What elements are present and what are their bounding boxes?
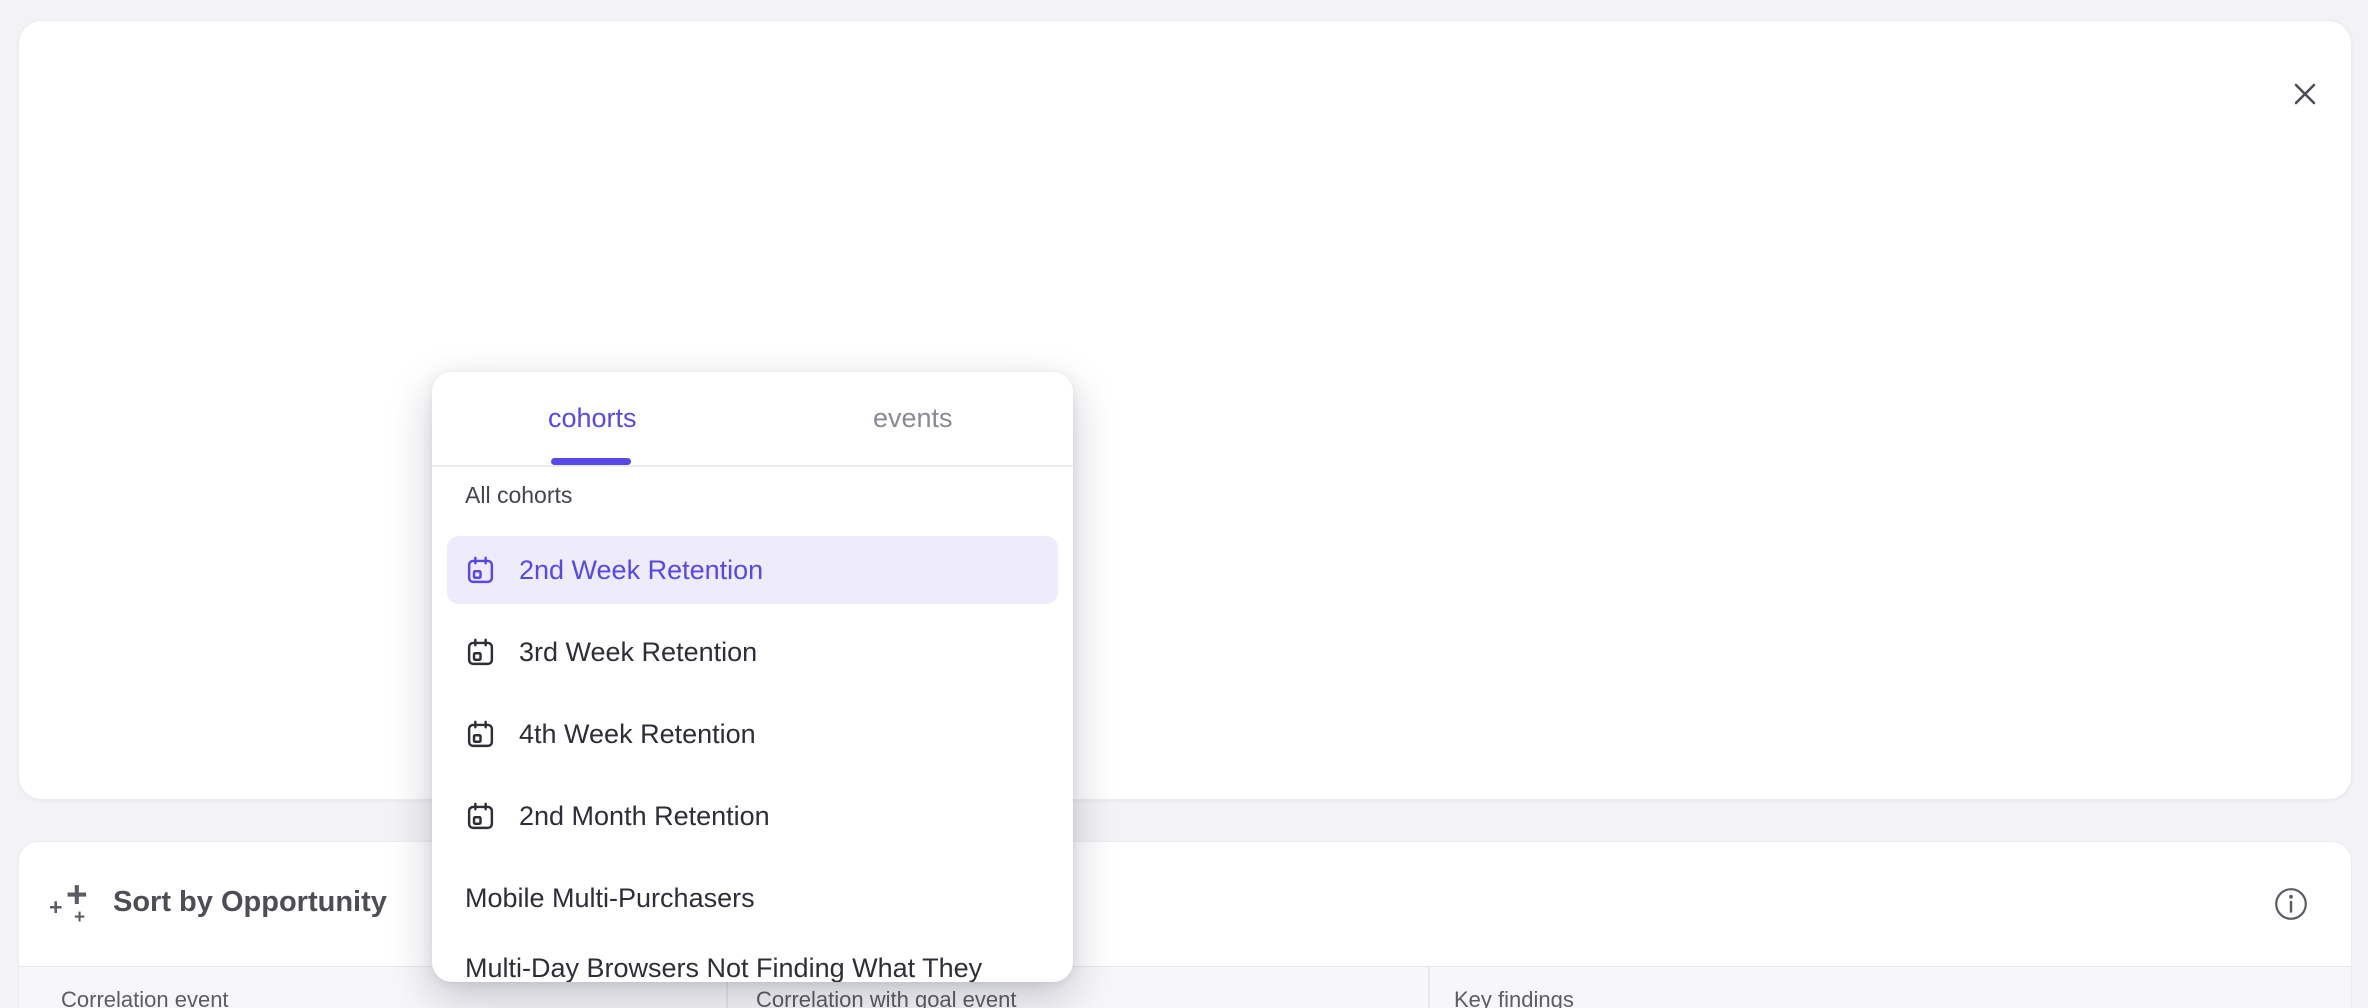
results-info-icon (2274, 887, 2308, 921)
column-header-correlation-with-goal-event: Correlation with goal event (756, 987, 1016, 1008)
column-header-correlation-event: Correlation event (61, 987, 229, 1008)
results-info-button[interactable] (2271, 884, 2311, 924)
list-item-label: 2nd Month Retention (519, 801, 770, 832)
calendar-icon (465, 555, 496, 586)
active-tab-indicator (551, 458, 631, 465)
dropdown-section-label: All cohorts (465, 482, 572, 509)
dropdown-tabs: cohorts events (432, 372, 1073, 467)
calendar-icon (465, 801, 496, 832)
tab-cohorts[interactable]: cohorts (432, 372, 753, 465)
results-card: +++ Sort by Opportunity Correlation even… (18, 841, 2352, 1008)
cohort-events-dropdown: cohorts events All cohorts 2nd Week Rete… (432, 372, 1073, 982)
column-divider (1428, 967, 1430, 1008)
list-item-cohort[interactable]: 2nd Week Retention (447, 536, 1058, 604)
calendar-icon (465, 637, 496, 668)
results-table-header: Correlation event Correlation with goal … (19, 966, 2351, 1008)
sort-label: Sort by Opportunity (113, 886, 387, 919)
list-item-label: 4th Week Retention (519, 719, 756, 750)
column-header-key-findings: Key findings (1454, 987, 1574, 1008)
close-button[interactable] (2285, 74, 2325, 114)
list-item-cohort[interactable]: Multi-Day Browsers Not Finding What They (447, 934, 1058, 982)
list-item-label: Multi-Day Browsers Not Finding What They (465, 953, 982, 983)
list-item-label: 3rd Week Retention (519, 637, 757, 668)
list-item-cohort[interactable]: Mobile Multi-Purchasers (447, 864, 1058, 932)
list-item-label: Mobile Multi-Purchasers (465, 883, 755, 914)
list-item-cohort[interactable]: 3rd Week Retention (447, 618, 1058, 686)
query-builder-card (18, 20, 2352, 800)
list-item-label: 2nd Week Retention (519, 555, 763, 586)
sort-sparkle-icon: +++ (49, 874, 97, 930)
correlation-analysis-screen: For USERS IN All Users that did Add To C… (0, 0, 2368, 1008)
close-icon (2290, 79, 2320, 109)
list-item-cohort[interactable]: 2nd Month Retention (447, 782, 1058, 850)
list-item-cohort[interactable]: 4th Week Retention (447, 700, 1058, 768)
calendar-icon (465, 719, 496, 750)
sort-row: +++ Sort by Opportunity (19, 842, 2351, 966)
sort-by-opportunity-control[interactable]: +++ Sort by Opportunity (49, 874, 387, 930)
tab-events[interactable]: events (753, 372, 1074, 465)
